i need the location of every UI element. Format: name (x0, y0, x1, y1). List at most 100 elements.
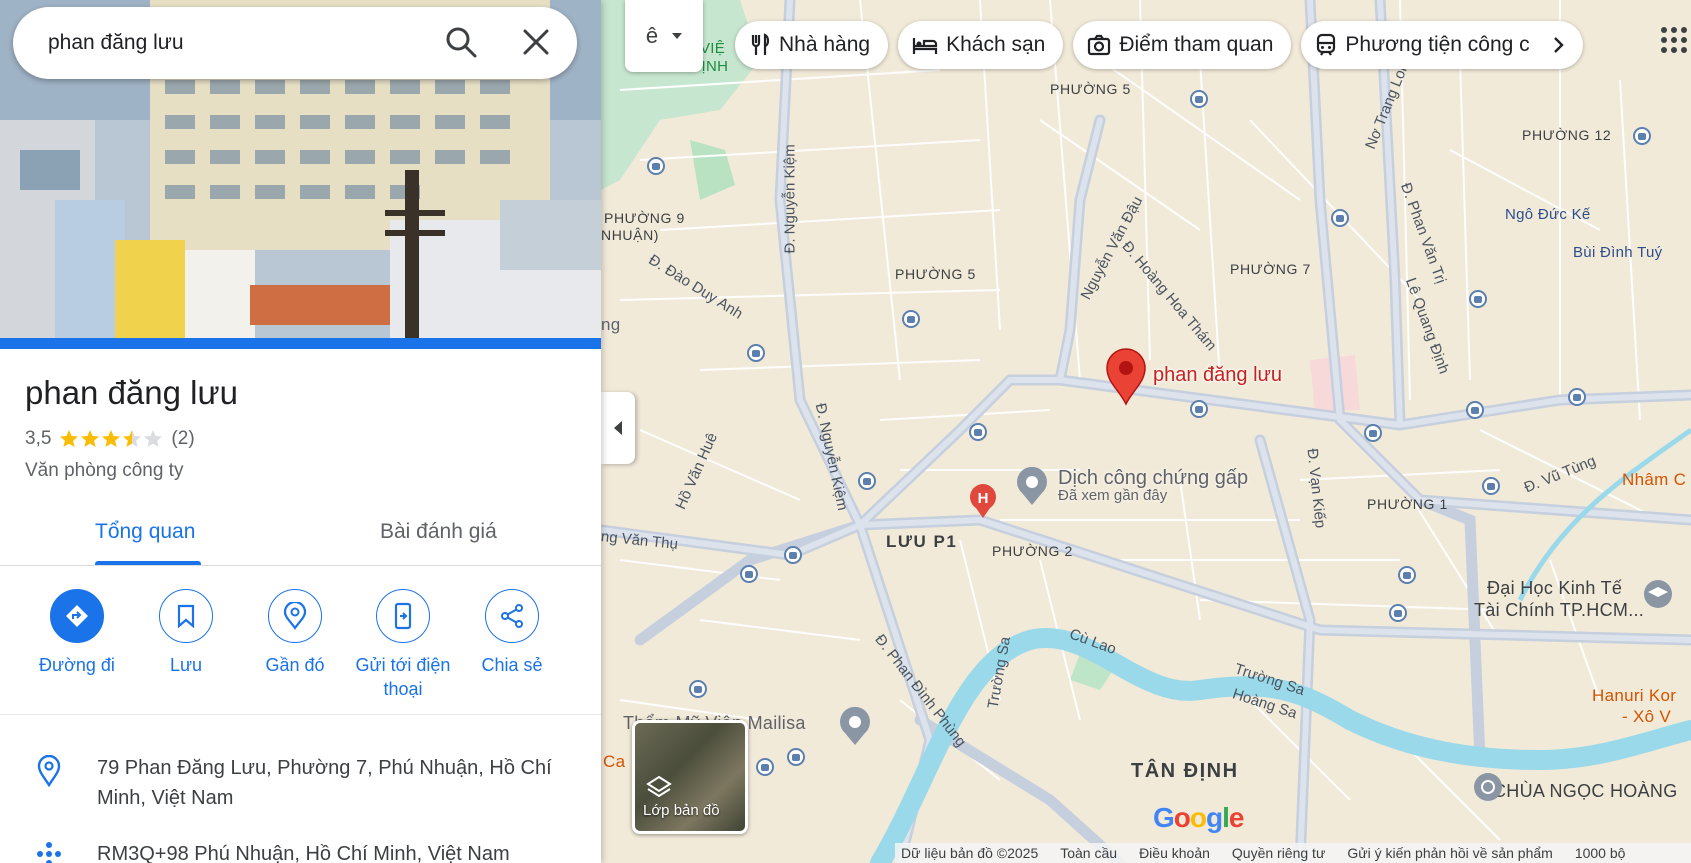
location-pin-icon[interactable] (1105, 348, 1147, 406)
bus-stop-icon[interactable] (902, 310, 920, 328)
scale-label[interactable]: 1000 bộ (1575, 845, 1626, 861)
input-tools-button[interactable]: ê (625, 0, 703, 72)
bus-stop-icon[interactable] (1568, 388, 1586, 406)
temple-icon[interactable] (1472, 771, 1504, 803)
search-icon[interactable] (444, 25, 478, 59)
transit-icon (1317, 33, 1336, 56)
directions-button[interactable]: Đường đi (17, 589, 137, 677)
bus-stop-icon[interactable] (787, 748, 805, 766)
footer-link-global[interactable]: Toàn cầu (1060, 845, 1117, 861)
bus-stop-icon[interactable] (740, 565, 758, 583)
footer-link-terms[interactable]: Điều khoản (1139, 845, 1210, 861)
bus-stop-icon[interactable] (689, 680, 707, 698)
category-chips: Nhà hàng Khách sạn Điểm tham quan Phương… (735, 21, 1584, 69)
area-label: PHƯỜNG 1 (1367, 496, 1448, 512)
area-label: LƯU P1 (886, 532, 958, 551)
chevron-right-icon[interactable] (1547, 34, 1569, 56)
share-button[interactable]: Chia sẻ (452, 589, 572, 677)
star-icon (60, 430, 79, 447)
place-tabs: Tổng quan Bài đánh giá (0, 500, 601, 566)
footer-link-feedback[interactable]: Gửi ý kiến phản hồi về sản phẩm (1347, 845, 1553, 861)
hospital-icon[interactable]: H (968, 482, 998, 520)
bus-stop-icon[interactable] (747, 344, 765, 362)
bus-stop-icon[interactable] (1190, 400, 1208, 418)
poi-label: Đại Học Kinh Tế (1487, 578, 1623, 598)
address-text[interactable]: 79 Phan Đăng Lưu, Phường 7, Phú Nhuận, H… (97, 753, 557, 813)
close-icon[interactable] (522, 28, 550, 56)
poi-label: Bùi Đình Tuý (1573, 244, 1663, 261)
bus-stop-icon[interactable] (784, 546, 802, 564)
bus-stop-icon[interactable] (1389, 604, 1407, 622)
place-panel: phan đăng lưu 3,5 (2) Văn phòng công ty … (0, 0, 601, 863)
map-data-credit: Dữ liệu bản đồ ©2025 (901, 845, 1039, 861)
bus-stop-icon[interactable] (1364, 424, 1382, 442)
bus-stop-icon[interactable] (756, 758, 774, 776)
place-title: phan đăng lưu (25, 374, 238, 411)
place-marker-icon[interactable] (838, 705, 872, 747)
active-tab-indicator (95, 561, 201, 565)
bus-stop-icon[interactable] (1331, 209, 1349, 227)
recent-place-icon[interactable] (1015, 465, 1049, 507)
poi-label: CHÙA NGỌC HOÀNG (1493, 781, 1678, 801)
place-photo[interactable] (0, 0, 601, 349)
plus-code-text[interactable]: RM3Q+98 Phú Nhuận, Hồ Chí Minh, Việt Nam (97, 839, 557, 863)
hotel-icon (912, 38, 938, 54)
layers-button[interactable]: Lớp bản đồ (632, 720, 748, 834)
chevron-down-icon[interactable] (672, 33, 683, 39)
poi-label: - Xô V (1622, 707, 1672, 726)
review-count[interactable]: (2) (171, 428, 194, 450)
send-to-phone-circle[interactable] (376, 589, 430, 643)
bus-stop-icon[interactable] (1190, 90, 1208, 108)
address-row[interactable]: 79 Phan Đăng Lưu, Phường 7, Phú Nhuận, H… (0, 753, 601, 813)
search-box[interactable] (13, 7, 577, 79)
area-label: PHƯỜNG 5 (895, 266, 976, 282)
university-icon[interactable] (1642, 578, 1674, 610)
area-label: TÂN ĐỊNH (1131, 760, 1239, 782)
pin-label[interactable]: phan đăng lưu (1153, 364, 1282, 387)
apps-grid-icon[interactable] (1660, 26, 1688, 54)
share-circle[interactable] (485, 589, 539, 643)
tab-overview[interactable]: Tổng quan (95, 520, 195, 544)
directions-icon (66, 605, 88, 627)
nearby-circle[interactable] (268, 589, 322, 643)
poi-label: Hanuri Kor (1592, 686, 1677, 705)
poi-label: VIỆ (700, 40, 726, 57)
bus-stop-icon[interactable] (1466, 401, 1484, 419)
svg-text:H: H (978, 490, 989, 507)
bus-stop-icon[interactable] (1633, 127, 1651, 145)
nearby-label[interactable]: Gần đó (265, 653, 324, 677)
chip-transit[interactable]: Phương tiện công c (1301, 21, 1584, 69)
area-label: PHƯỜNG 5 (1050, 81, 1131, 97)
place-category[interactable]: Văn phòng công ty (25, 460, 183, 482)
area-label: PHƯỜNG 2 (992, 543, 1073, 559)
share-label[interactable]: Chia sẻ (481, 653, 542, 677)
bus-stop-icon[interactable] (1398, 566, 1416, 584)
bus-stop-icon[interactable] (858, 472, 876, 490)
bus-stop-icon[interactable] (969, 423, 987, 441)
chip-label: Phương tiện công c (1345, 33, 1530, 56)
footer-link-privacy[interactable]: Quyền riêng tư (1232, 845, 1325, 861)
chip-hotels[interactable]: Khách sạn (898, 21, 1064, 69)
rating-value: 3,5 (25, 428, 52, 449)
save-button[interactable]: Lưu (126, 589, 246, 677)
send-to-phone-button[interactable]: Gửi tới điện thoại (343, 589, 463, 701)
chip-restaurants[interactable]: Nhà hàng (735, 21, 889, 69)
search-input[interactable] (48, 31, 408, 55)
recent-place-sublabel: Đã xem gần đây (1058, 487, 1168, 504)
save-label[interactable]: Lưu (170, 653, 202, 677)
nearby-button[interactable]: Gần đó (235, 589, 355, 677)
directions-circle[interactable] (50, 589, 104, 643)
save-circle[interactable] (159, 589, 213, 643)
poi-label: Ca (603, 752, 626, 771)
chip-attractions[interactable]: Điểm tham quan (1073, 21, 1292, 69)
tab-reviews[interactable]: Bài đánh giá (380, 520, 497, 544)
plus-code-row[interactable]: RM3Q+98 Phú Nhuận, Hồ Chí Minh, Việt Nam (0, 839, 601, 863)
send-to-phone-label[interactable]: Gửi tới điện thoại (343, 653, 463, 701)
chip-label: Điểm tham quan (1119, 33, 1274, 56)
bus-stop-icon[interactable] (647, 157, 665, 175)
bus-stop-icon[interactable] (1469, 290, 1487, 308)
bus-stop-icon[interactable] (1482, 477, 1500, 495)
rating-row[interactable]: 3,5 (2) (25, 428, 195, 450)
directions-label[interactable]: Đường đi (39, 653, 115, 677)
collapse-panel-button[interactable] (601, 392, 635, 464)
